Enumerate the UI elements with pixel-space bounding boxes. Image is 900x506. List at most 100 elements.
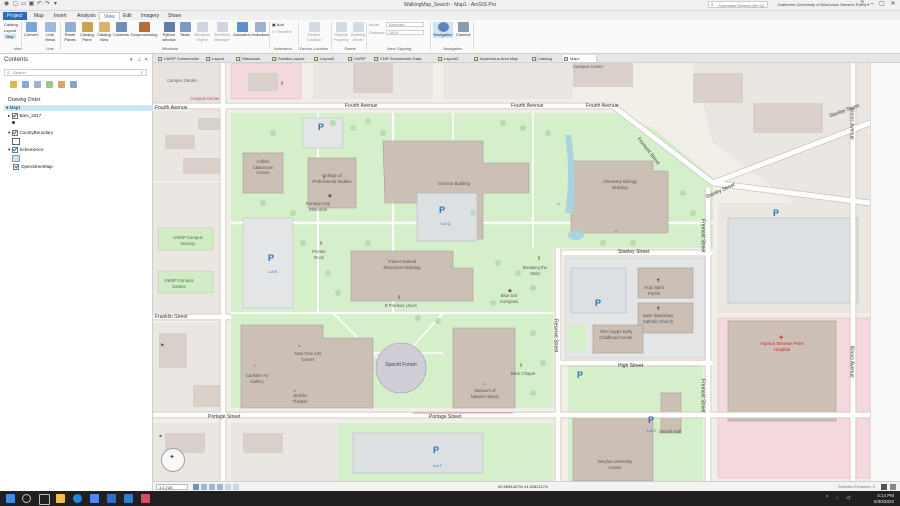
view-map-button[interactable]: Map	[4, 34, 16, 39]
layer-checkbox[interactable]	[11, 112, 18, 119]
view-tab[interactable]: Sundial Layout	[271, 55, 319, 62]
customize-quick-access-icon[interactable]: ▾	[52, 1, 59, 8]
volume-icon[interactable]: ◁	[846, 495, 850, 501]
network-icon[interactable]: ◌	[836, 495, 839, 501]
tasks-button[interactable]: Tasks	[178, 22, 192, 38]
word-icon[interactable]	[107, 494, 116, 503]
tray-chevron-icon[interactable]: ^	[826, 495, 828, 501]
layer-checkbox[interactable]	[11, 129, 18, 136]
clock[interactable]: 4:14 PM 6/30/2022	[874, 493, 894, 504]
camera-button[interactable]: Camera	[455, 22, 471, 38]
grid-icon[interactable]	[201, 484, 207, 490]
save-icon[interactable]: ▣	[28, 1, 35, 8]
clipping-distance-input[interactable]: 100 ft	[386, 30, 424, 35]
geoprocessing-button[interactable]: Geoprocessing	[130, 22, 158, 38]
redo-icon[interactable]: ↷	[44, 1, 51, 8]
road-label: Fourth Avenue	[345, 103, 378, 109]
search-icon[interactable]	[22, 494, 31, 503]
building-label: College of Professional Studies	[312, 173, 352, 184]
list-by-snapping-icon[interactable]	[58, 81, 65, 88]
pin-icon[interactable]: ⊥	[137, 57, 141, 63]
device-location-button[interactable]: Device Location	[302, 22, 326, 42]
map-view[interactable]: Fourth Avenue Fourth Avenue Fourth Avenu…	[153, 63, 870, 481]
app-icon[interactable]	[141, 494, 150, 503]
tree-map1[interactable]: ▾ Map1	[4, 105, 153, 111]
pause-drawing-icon[interactable]	[881, 484, 887, 490]
list-by-source-icon[interactable]	[22, 81, 29, 88]
view-tab[interactable]: UWSP Schmeeckle	[157, 55, 211, 62]
pane-options-icon[interactable]: ▾	[130, 57, 133, 63]
list-by-drawing-order-icon[interactable]	[10, 81, 17, 88]
convert-button[interactable]: Convert	[23, 22, 39, 38]
new-project-icon[interactable]: ▢	[12, 1, 19, 8]
tab-analysis[interactable]: Analysis	[73, 12, 100, 20]
file-explorer-icon[interactable]	[56, 494, 65, 503]
view-tab[interactable]: CNR Schmeeckle Data	[373, 55, 443, 62]
list-by-labeling-icon[interactable]	[70, 81, 77, 88]
workflow-manager-button[interactable]: Workflow Manager	[212, 22, 232, 42]
animation-button[interactable]: Animation	[233, 22, 251, 38]
navigator-control[interactable]: ✦	[161, 448, 185, 472]
contents-search-input[interactable]: ⌕ Search ⌕	[4, 69, 147, 76]
building-label: Noel Fine Arts Center	[294, 351, 322, 362]
tab-project[interactable]: Project	[3, 12, 27, 20]
view-layout-button[interactable]: Layout	[4, 28, 16, 33]
list-by-editing-icon[interactable]	[46, 81, 53, 88]
search-options-icon[interactable]: ⌕	[140, 70, 143, 76]
polygon-symbol-icon	[12, 155, 20, 162]
tab-share[interactable]: Share	[164, 12, 185, 20]
navigation-button[interactable]: Navigation	[433, 22, 453, 38]
task-view-icon[interactable]	[39, 494, 50, 505]
arcgis-icon[interactable]	[124, 494, 133, 503]
scale-select[interactable]: 1:1,720	[156, 484, 188, 490]
timeline-button[interactable]: ▭ Timeline	[272, 29, 292, 34]
help-icon[interactable]: ?	[858, 1, 866, 8]
tree-layer-schemector[interactable]: ▾ Schemector	[8, 146, 44, 153]
tab-insert[interactable]: Insert	[50, 12, 71, 20]
add-animation-button[interactable]: ▣ Add	[272, 22, 284, 27]
maximize-button[interactable]: ▢	[878, 1, 886, 8]
view-tab-map1[interactable]: Map1	[563, 55, 597, 62]
clipping-mode-select[interactable]: Automatic	[386, 22, 424, 27]
map-view-icon[interactable]	[193, 484, 199, 490]
refresh-map-icon[interactable]	[890, 484, 896, 490]
cursor-icon[interactable]	[225, 484, 231, 490]
start-icon[interactable]	[6, 494, 15, 503]
edge-icon[interactable]	[73, 494, 82, 503]
layer-checkbox[interactable]	[11, 146, 18, 153]
contents-button[interactable]: Contents	[113, 22, 129, 38]
clipping-group-label: View Clipping	[386, 46, 412, 51]
catalog-pane-button[interactable]: Catalog Pane	[79, 22, 95, 42]
refresh-icon[interactable]	[217, 484, 223, 490]
expand-navigator-icon[interactable]: ▲	[158, 433, 163, 439]
view-tab[interactable]: Impervious Area Map	[473, 55, 537, 62]
command-search-input[interactable]: ⌕ Command Search (Alt+Q)	[708, 1, 768, 8]
python-window-button[interactable]: Python window	[160, 22, 178, 42]
minimize-button[interactable]: –	[868, 1, 876, 8]
tab-map[interactable]: Map	[30, 12, 48, 20]
undo-icon[interactable]: ↶	[36, 1, 43, 8]
indicators-button[interactable]: Indicators	[252, 22, 269, 38]
tab-edit[interactable]: Edit	[119, 12, 136, 20]
windows-styles-button[interactable]: Windows Styles	[193, 22, 211, 42]
catalog-view-button[interactable]: Catalog View	[96, 22, 112, 42]
tree-layer-county[interactable]: ▾ CountyBoundary	[8, 129, 53, 136]
list-by-selection-icon[interactable]	[34, 81, 41, 88]
select-icon[interactable]	[233, 484, 239, 490]
tree-layer-bars[interactable]: ▸ Bars_2017	[8, 112, 41, 119]
building-label: Saint Stanislaus Catholic Church	[642, 313, 674, 324]
snapping-icon[interactable]	[209, 484, 215, 490]
tab-imagery[interactable]: Imagery	[137, 12, 163, 20]
close-pane-icon[interactable]: ✕	[144, 57, 148, 63]
open-project-icon[interactable]: ▭	[20, 1, 27, 8]
reset-panes-button[interactable]: Reset Panes	[62, 22, 78, 42]
store-icon[interactable]	[90, 494, 99, 503]
tree-layer-osm[interactable]: OpenStreetMap	[8, 163, 53, 170]
close-button[interactable]: ✕	[889, 1, 897, 8]
layer-checkbox[interactable]	[13, 163, 19, 170]
objects-property-button[interactable]: Objects Property	[333, 22, 349, 42]
link-views-button[interactable]: Link Views	[41, 22, 59, 42]
user-account[interactable]: Katherine (University of Wisconsin Steve…	[778, 2, 869, 7]
drawing-mode-button[interactable]: Drawing Mode	[350, 22, 366, 42]
view-catalog-button[interactable]: Catalog	[4, 22, 18, 27]
